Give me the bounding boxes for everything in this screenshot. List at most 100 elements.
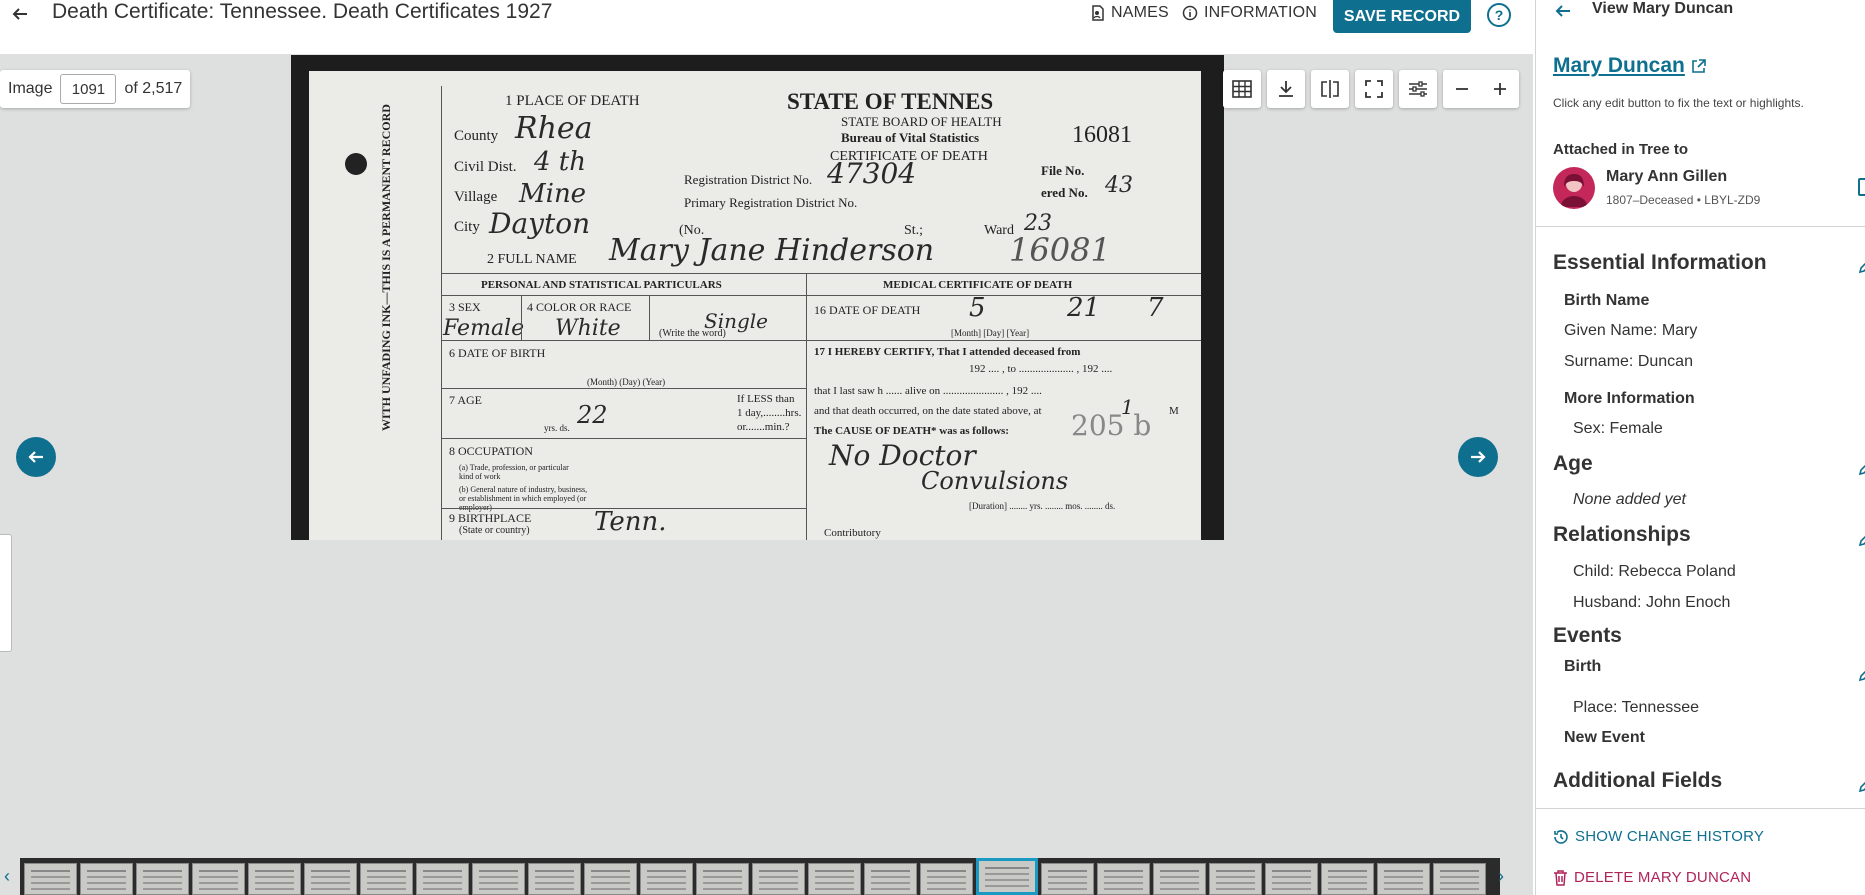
thumbnail[interactable]	[1153, 863, 1206, 895]
doc-village: Village	[454, 189, 498, 205]
image-total: of 2,517	[124, 80, 183, 97]
filmstrip: ‹ ›	[0, 850, 1533, 895]
thumbnail[interactable]	[696, 863, 749, 895]
record-panel: View Mary Duncan Mary Duncan Click any e…	[1535, 0, 1865, 895]
thumbnail[interactable]	[1321, 863, 1374, 895]
external-link-icon	[1692, 58, 1706, 73]
thumbnail[interactable]	[248, 863, 301, 895]
filmstrip-track	[20, 858, 1500, 895]
additional-fields-heading: Additional Fields	[1553, 769, 1723, 792]
header-bar: Death Certificate: Tennessee. Death Cert…	[0, 0, 1535, 54]
sex-value: Sex: Female	[1573, 420, 1663, 437]
names-button[interactable]: NAMES	[1091, 4, 1169, 22]
doc-certify2: 192 .... , to .................... , 192…	[969, 363, 1113, 375]
birth-place: Place: Tennessee	[1573, 699, 1700, 716]
doc-full-name: 2 FULL NAME	[487, 252, 577, 267]
information-button[interactable]: INFORMATION	[1182, 4, 1317, 22]
thumbnail[interactable]	[304, 863, 357, 895]
image-number-input[interactable]	[60, 74, 117, 104]
doc-date-death: 16 DATE OF DEATH	[814, 303, 921, 317]
tree-icon[interactable]	[1858, 178, 1865, 196]
back-button[interactable]	[6, 0, 34, 28]
thumbnail[interactable]	[80, 863, 133, 895]
back-arrow-icon	[12, 8, 27, 20]
doc-cause-val2: Convulsions	[921, 467, 1069, 495]
doc-color-val: White	[555, 316, 621, 341]
thumbnail[interactable]	[1097, 863, 1150, 895]
age-heading: Age	[1553, 452, 1593, 475]
edit-icon[interactable]	[1858, 529, 1865, 547]
zoom-in-button[interactable]	[1481, 70, 1519, 108]
doc-birthplace: 9 BIRTHPLACE	[449, 511, 532, 525]
fullscreen-button[interactable]	[1355, 70, 1393, 108]
attached-label: Attached in Tree to	[1553, 141, 1689, 158]
doc-duration: [Duration] ........ yrs. ........ mos. .…	[969, 501, 1116, 511]
edit-icon[interactable]	[1858, 775, 1865, 793]
adjust-icon	[1409, 81, 1427, 97]
thumbnail[interactable]	[1209, 863, 1262, 895]
zoom-out-button[interactable]	[1443, 70, 1481, 108]
essential-info-heading: Essential Information	[1553, 251, 1767, 274]
save-record-button[interactable]: SAVE RECORD	[1333, 0, 1471, 33]
doc-reg-val: 47304	[827, 157, 917, 190]
panel-back-button[interactable]	[1552, 0, 1574, 22]
zoom-in-icon	[1494, 83, 1506, 95]
compare-button[interactable]	[1311, 70, 1349, 108]
thumbnail[interactable]	[136, 863, 189, 895]
birth-event-heading: Birth	[1564, 658, 1602, 675]
thumbnail[interactable]	[752, 863, 805, 895]
thumbnail[interactable]	[416, 863, 469, 895]
thumbnail[interactable]	[1041, 863, 1094, 895]
avatar[interactable]	[1553, 167, 1595, 209]
show-change-history-button[interactable]: SHOW CHANGE HISTORY	[1553, 828, 1764, 845]
edit-icon[interactable]	[1858, 664, 1865, 682]
thumbnail[interactable]	[1265, 863, 1318, 895]
next-image-button[interactable]	[1458, 437, 1498, 477]
attached-person-name[interactable]: Mary Ann Gillen	[1606, 168, 1727, 186]
image-viewer[interactable]: Image of 2,517 WITH UNFADING INK—THIS IS…	[0, 54, 1533, 895]
side-drawer-tab[interactable]	[0, 534, 12, 652]
doc-mdy: [Month] [Day] [Year]	[951, 328, 1030, 338]
thumbnail[interactable]	[1433, 863, 1486, 895]
thumbnail[interactable]	[528, 863, 581, 895]
help-icon[interactable]: ?	[1487, 3, 1511, 27]
edit-icon[interactable]	[1858, 256, 1865, 274]
thumbnail[interactable]	[192, 863, 245, 895]
thumbnail[interactable]	[920, 863, 973, 895]
doc-name-number: 16081	[1009, 231, 1111, 269]
thumbnail[interactable]	[640, 863, 693, 895]
document-image[interactable]: WITH UNFADING INK—THIS IS A PERMANENT RE…	[291, 55, 1224, 540]
doc-dd-month: 5	[969, 293, 986, 323]
thumbnail[interactable]	[360, 863, 413, 895]
adjust-button[interactable]	[1399, 70, 1437, 108]
doc-if-less: If LESS than	[737, 393, 795, 405]
person-name-link[interactable]: Mary Duncan	[1553, 54, 1706, 78]
compare-icon	[1321, 80, 1339, 98]
thumbnail[interactable]	[472, 863, 525, 895]
download-button[interactable]	[1267, 70, 1305, 108]
surname: Surname: Duncan	[1564, 353, 1693, 370]
prev-arrow-icon	[28, 451, 43, 463]
doc-civil-val: 4 th	[534, 147, 586, 177]
thumbnail[interactable]	[584, 863, 637, 895]
punch-hole	[345, 153, 367, 175]
filmstrip-next-button[interactable]: ›	[1498, 866, 1504, 887]
doc-reg-no: ered No.	[1041, 185, 1088, 200]
thumbnail[interactable]	[1377, 863, 1430, 895]
thumbnail-selected[interactable]	[976, 858, 1038, 895]
previous-image-button[interactable]	[16, 437, 56, 477]
filmstrip-prev-button[interactable]: ‹	[4, 866, 10, 887]
new-event-button[interactable]: New Event	[1564, 729, 1645, 747]
doc-bureau: Bureau of Vital Statistics	[841, 130, 980, 145]
doc-contributory: Contributory	[824, 527, 881, 539]
grid-view-button[interactable]	[1223, 70, 1261, 108]
doc-state-title: STATE OF TENNES	[787, 89, 994, 114]
delete-button[interactable]: DELETE MARY DUNCAN	[1553, 869, 1751, 886]
edit-icon[interactable]	[1858, 458, 1865, 476]
thumbnail[interactable]	[24, 863, 77, 895]
relationship-child: Child: Rebecca Poland	[1573, 563, 1736, 580]
thumbnail[interactable]	[864, 863, 917, 895]
divider	[1536, 226, 1865, 227]
thumbnail[interactable]	[808, 863, 861, 895]
doc-county: County	[454, 128, 499, 144]
